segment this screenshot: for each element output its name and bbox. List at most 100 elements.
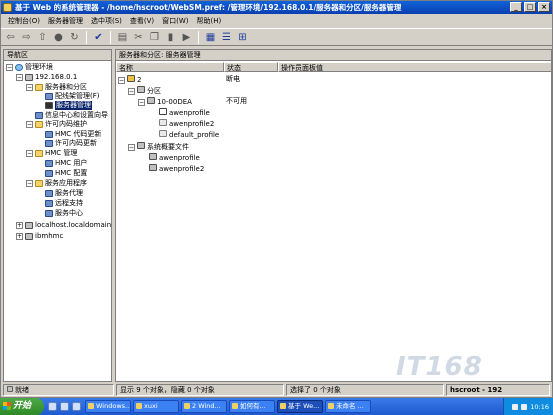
- collapse-icon[interactable]: −: [26, 121, 33, 128]
- run-icon[interactable]: ▶: [180, 31, 193, 44]
- forward-icon[interactable]: ⇨: [20, 31, 33, 44]
- status-shown: 显示 9 个对象，隐藏 0 个对象: [116, 384, 284, 396]
- taskbar-item[interactable]: 2 Wind...: [181, 400, 227, 413]
- tree-node[interactable]: HMC 配置: [45, 169, 87, 178]
- tree-node[interactable]: − 管理环境: [6, 63, 53, 72]
- folder-icon: [35, 180, 43, 187]
- column-panel-value[interactable]: 操作员面板值: [278, 62, 551, 72]
- collapse-icon[interactable]: −: [6, 64, 13, 71]
- system-profile-icon: [137, 142, 145, 149]
- menu-view[interactable]: 查看(V): [126, 15, 158, 27]
- server-icon: [127, 75, 135, 82]
- menu-selected[interactable]: 选中项(S): [87, 15, 126, 27]
- tree-node[interactable]: + ibmhmc: [16, 232, 63, 241]
- properties-icon[interactable]: ▤: [116, 31, 129, 44]
- tree-node[interactable]: 服务代理: [45, 189, 83, 198]
- copy-icon[interactable]: ❐: [148, 31, 161, 44]
- up-icon[interactable]: ⇧: [36, 31, 49, 44]
- start-button[interactable]: 开始: [0, 398, 44, 415]
- table-row[interactable]: − 10-00DEA: [138, 97, 192, 106]
- collapse-icon[interactable]: −: [128, 144, 135, 151]
- tree-node[interactable]: 配线架管理(F): [45, 92, 100, 101]
- taskbar-item-active[interactable]: 基于 We...: [277, 400, 323, 413]
- config-icon: [45, 170, 53, 177]
- system-profile-icon: [149, 164, 157, 171]
- desktop-icon[interactable]: [60, 402, 69, 411]
- table-row[interactable]: − 系统概要文件: [128, 142, 189, 151]
- tree-node[interactable]: − HMC 管理: [26, 149, 77, 158]
- rack-icon: [45, 93, 53, 100]
- tree-label: 服务器管理: [55, 101, 92, 110]
- column-name[interactable]: 名称: [116, 62, 224, 72]
- check-icon[interactable]: ✔: [92, 31, 105, 44]
- partition-icon: [137, 86, 145, 93]
- network-icon[interactable]: [512, 403, 519, 410]
- volume-icon[interactable]: [521, 403, 528, 410]
- close-button[interactable]: ×: [538, 2, 550, 12]
- title-bar[interactable]: 基于 Web 的系统管理器 - /home/hscroot/WebSM.pref…: [1, 1, 552, 14]
- tree-node[interactable]: 许可内码更新: [45, 139, 97, 148]
- server-icon: [45, 102, 53, 109]
- tree-label: HMC 管理: [45, 149, 78, 157]
- folder-icon: [35, 150, 43, 157]
- info-icon: [35, 112, 43, 119]
- tree-node-selected[interactable]: 服务器管理: [45, 101, 92, 110]
- cut-icon[interactable]: ✂: [132, 31, 145, 44]
- tree-node[interactable]: HMC 用户: [45, 159, 87, 168]
- collapse-icon[interactable]: −: [138, 99, 145, 106]
- table-row[interactable]: awenprofile: [159, 108, 210, 117]
- table-row[interactable]: −2: [118, 75, 141, 84]
- media-icon[interactable]: [72, 402, 81, 411]
- taskbar-item[interactable]: 如何有...: [229, 400, 275, 413]
- large-icons-icon[interactable]: ▦: [204, 31, 217, 44]
- tree-label: 192.168.0.1: [35, 73, 78, 81]
- table-row[interactable]: awenprofile2: [159, 119, 214, 128]
- tree-node[interactable]: HMC 代码更新: [45, 130, 101, 139]
- collapse-icon[interactable]: −: [26, 84, 33, 91]
- tree-label: localhost.localdomain: [35, 221, 112, 229]
- menu-server-management[interactable]: 服务器管理: [44, 15, 87, 27]
- tree-node[interactable]: 服务中心: [45, 209, 83, 218]
- taskbar-item[interactable]: Windows...: [85, 400, 131, 413]
- ie-icon[interactable]: [48, 402, 57, 411]
- expand-icon[interactable]: +: [16, 222, 23, 229]
- clock: 10:16: [530, 402, 549, 411]
- menu-help[interactable]: 帮助(H): [193, 15, 226, 27]
- expand-icon[interactable]: +: [16, 233, 23, 240]
- table-row[interactable]: awenprofile2: [149, 164, 204, 173]
- main-window: 基于 Web 的系统管理器 - /home/hscroot/WebSM.pref…: [0, 0, 553, 398]
- wrench-icon: [45, 190, 53, 197]
- column-status[interactable]: 状态: [224, 62, 278, 72]
- tree-node[interactable]: − 服务器和分区: [26, 83, 87, 92]
- tree-label: 服务中心: [55, 209, 83, 217]
- list-view-icon[interactable]: ☰: [220, 31, 233, 44]
- table-row[interactable]: default_profile: [159, 130, 219, 139]
- taskbar-item[interactable]: xuxi: [133, 400, 179, 413]
- tree-view-icon[interactable]: ⊞: [236, 31, 249, 44]
- table-row[interactable]: awenprofile: [149, 153, 200, 162]
- delete-icon[interactable]: ▮: [164, 31, 177, 44]
- toolbar-separator: [86, 30, 87, 44]
- back-icon[interactable]: ⇦: [4, 31, 17, 44]
- taskbar-item[interactable]: 未命名 ...: [325, 400, 371, 413]
- minimize-button[interactable]: _: [510, 2, 522, 12]
- menu-console[interactable]: 控制台(O): [4, 15, 44, 27]
- collapse-icon[interactable]: −: [26, 180, 33, 187]
- tree-node[interactable]: 远程支持: [45, 199, 83, 208]
- tree-node[interactable]: 信息中心和设置向导: [35, 111, 108, 120]
- collapse-icon[interactable]: −: [128, 88, 135, 95]
- navigation-pane: 导航区 − 管理环境 −192.168.0.1 − 服务器和分区 配线架管理(F) …: [3, 49, 112, 382]
- maximize-button[interactable]: □: [524, 2, 536, 12]
- stop-icon[interactable]: ●: [52, 31, 65, 44]
- menu-window[interactable]: 窗口(W): [158, 15, 192, 27]
- collapse-icon[interactable]: −: [16, 74, 23, 81]
- tree-node[interactable]: − 服务应用程序: [26, 179, 87, 188]
- table-row[interactable]: − 分区: [128, 86, 161, 95]
- collapse-icon[interactable]: −: [26, 150, 33, 157]
- tree-node[interactable]: − 192.168.0.1: [16, 73, 77, 82]
- tree-node[interactable]: − 许可内码维护: [26, 120, 87, 129]
- tree-node[interactable]: + localhost.localdomain: [16, 221, 111, 230]
- row-name: 分区: [147, 87, 161, 95]
- collapse-icon[interactable]: −: [118, 77, 125, 84]
- refresh-icon[interactable]: ↻: [68, 31, 81, 44]
